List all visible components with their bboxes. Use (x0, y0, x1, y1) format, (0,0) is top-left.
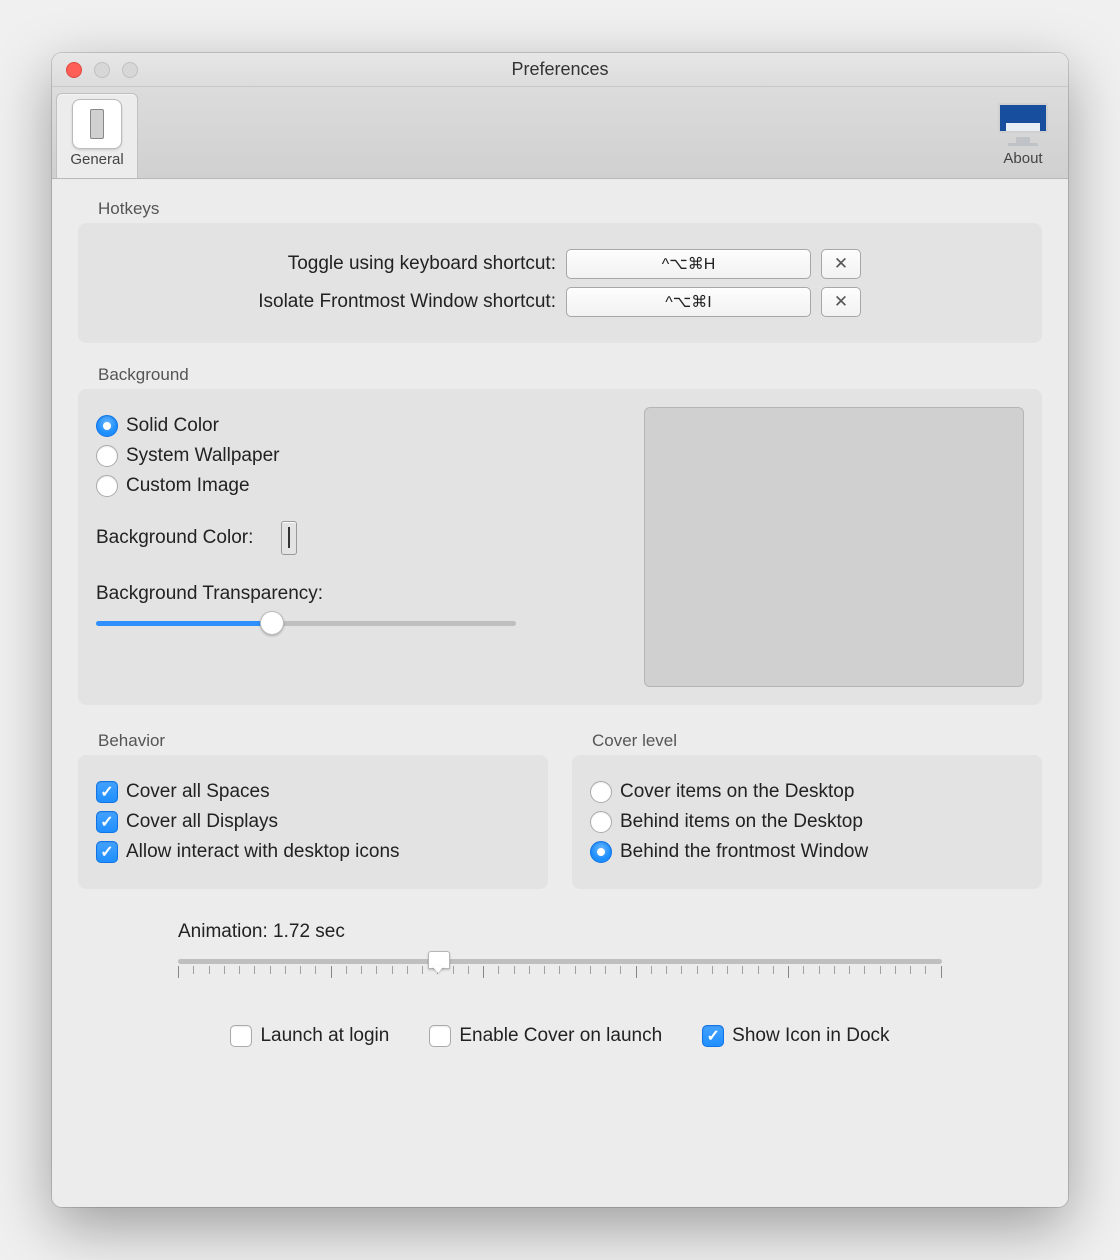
background-preview (644, 407, 1024, 687)
section-behavior-label: Behavior (98, 731, 548, 751)
checkbox-label: Cover all Spaces (126, 781, 270, 803)
slider-track (178, 959, 942, 964)
checkbox-show-dock[interactable]: Show Icon in Dock (702, 1025, 889, 1047)
radio-label: Behind the frontmost Window (620, 841, 868, 863)
footer-options: Launch at login Enable Cover on launch S… (78, 1017, 1042, 1055)
checkbox-cover-displays[interactable]: Cover all Displays (96, 811, 530, 833)
radio-cover-items[interactable]: Cover items on the Desktop (590, 781, 1024, 803)
toolbar-spacer (138, 93, 982, 178)
checkbox-label: Cover all Displays (126, 811, 278, 833)
checkbox-label: Show Icon in Dock (732, 1025, 889, 1047)
close-icon: ✕ (834, 292, 848, 312)
checkbox-label: Launch at login (260, 1025, 389, 1047)
checkbox-launch-login[interactable]: Launch at login (230, 1025, 389, 1047)
content: Hotkeys Toggle using keyboard shortcut: … (52, 179, 1068, 1207)
slider-knob[interactable] (428, 951, 448, 973)
background-color-well[interactable] (281, 521, 297, 555)
slider-fill (96, 621, 272, 626)
tab-general-label: General (70, 151, 123, 168)
radio-system-wallpaper[interactable]: System Wallpaper (96, 445, 614, 467)
checkbox-icon (96, 841, 118, 863)
transparency-label: Background Transparency: (96, 583, 614, 605)
checkbox-allow-interact[interactable]: Allow interact with desktop icons (96, 841, 530, 863)
close-icon: ✕ (834, 254, 848, 274)
section-hotkeys: Toggle using keyboard shortcut: ^⌥⌘H ✕ I… (78, 223, 1042, 343)
preferences-window: Preferences General About Hotkeys To (52, 53, 1068, 1207)
checkbox-icon (96, 811, 118, 833)
radio-label: Solid Color (126, 415, 219, 437)
isolate-shortcut-label: Isolate Frontmost Window shortcut: (96, 291, 556, 313)
switch-icon (90, 109, 104, 139)
checkbox-enable-on-launch[interactable]: Enable Cover on launch (429, 1025, 662, 1047)
toggle-shortcut-field[interactable]: ^⌥⌘H (566, 249, 811, 279)
radio-solid-color[interactable]: Solid Color (96, 415, 614, 437)
isolate-shortcut-clear[interactable]: ✕ (821, 287, 861, 317)
radio-label: Custom Image (126, 475, 250, 497)
toggle-shortcut-label: Toggle using keyboard shortcut: (96, 253, 556, 275)
checkbox-label: Allow interact with desktop icons (126, 841, 400, 863)
checkbox-icon (702, 1025, 724, 1047)
tab-about[interactable]: About (982, 93, 1064, 178)
slider-knob[interactable] (260, 611, 284, 635)
checkbox-icon (429, 1025, 451, 1047)
section-behavior: Cover all Spaces Cover all Displays Allo… (78, 755, 548, 889)
radio-icon (590, 781, 612, 803)
checkbox-cover-spaces[interactable]: Cover all Spaces (96, 781, 530, 803)
slider-ticks (178, 966, 942, 976)
tab-about-label: About (1003, 150, 1042, 167)
checkbox-icon (96, 781, 118, 803)
section-background-label: Background (98, 365, 1042, 385)
radio-icon (96, 415, 118, 437)
radio-label: Cover items on the Desktop (620, 781, 854, 803)
radio-icon (96, 475, 118, 497)
general-icon (72, 99, 122, 149)
animation-slider[interactable] (178, 953, 942, 987)
titlebar: Preferences (52, 53, 1068, 87)
checkbox-icon (230, 1025, 252, 1047)
window-title: Preferences (52, 59, 1068, 80)
radio-icon (96, 445, 118, 467)
background-color-label: Background Color: (96, 527, 253, 549)
radio-label: Behind items on the Desktop (620, 811, 863, 833)
radio-icon (590, 811, 612, 833)
about-icon (998, 98, 1048, 148)
transparency-slider[interactable] (96, 611, 516, 635)
isolate-shortcut-field[interactable]: ^⌥⌘I (566, 287, 811, 317)
color-swatch (288, 527, 290, 548)
radio-icon (590, 841, 612, 863)
radio-custom-image[interactable]: Custom Image (96, 475, 614, 497)
section-cover-level: Cover items on the Desktop Behind items … (572, 755, 1042, 889)
tab-general[interactable]: General (56, 93, 138, 178)
toolbar: General About (52, 87, 1068, 179)
section-cover-level-label: Cover level (592, 731, 1042, 751)
checkbox-label: Enable Cover on launch (459, 1025, 662, 1047)
toggle-shortcut-clear[interactable]: ✕ (821, 249, 861, 279)
section-hotkeys-label: Hotkeys (98, 199, 1042, 219)
section-background: Solid Color System Wallpaper Custom Imag… (78, 389, 1042, 705)
radio-label: System Wallpaper (126, 445, 279, 467)
radio-behind-items[interactable]: Behind items on the Desktop (590, 811, 1024, 833)
radio-behind-front[interactable]: Behind the frontmost Window (590, 841, 1024, 863)
animation-label: Animation: 1.72 sec (178, 921, 942, 943)
